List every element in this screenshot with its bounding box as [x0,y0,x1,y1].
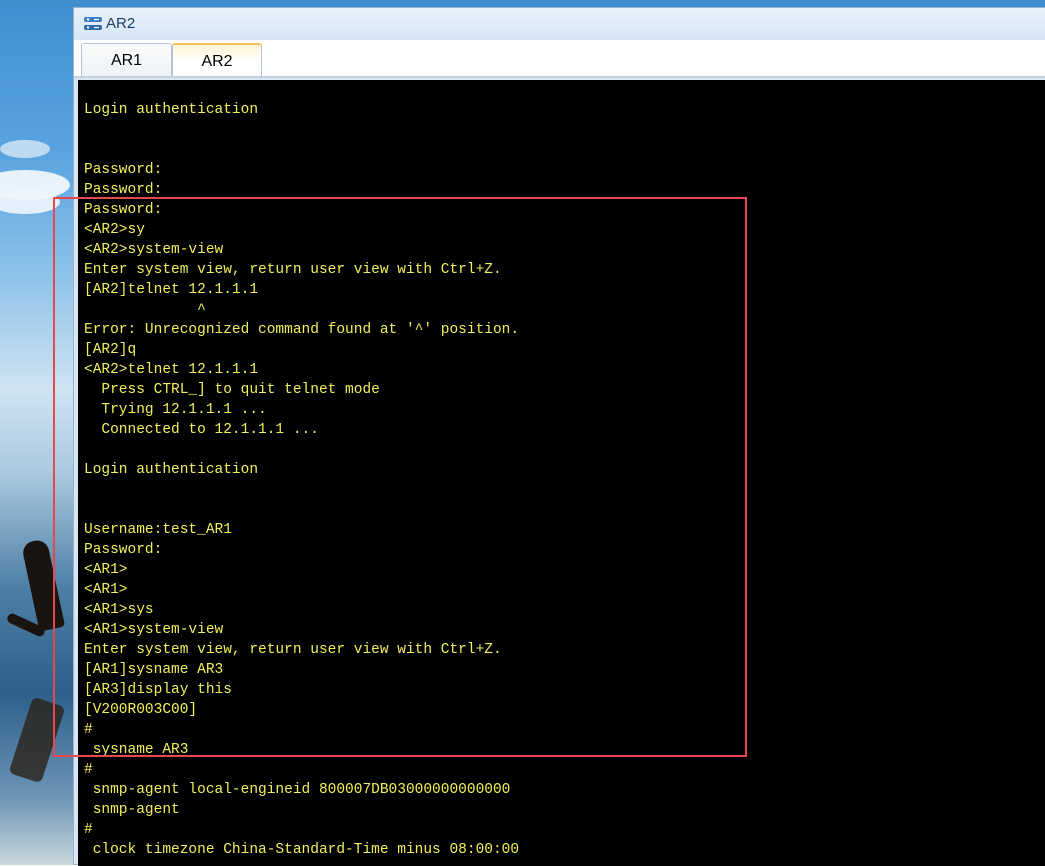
terminal-line: clock timezone China-Standard-Time minus… [84,842,520,858]
terminal-line: # [84,722,93,738]
terminal-line: # [84,762,93,778]
terminal-line: snmp-agent [84,802,180,818]
terminal-line: Password: [84,162,163,178]
terminal-line: <AR2>telnet 12.1.1.1 [84,362,259,378]
terminal-line: Press CTRL_] to quit telnet mode [84,382,380,398]
tab-ar2[interactable]: AR2 [172,43,262,76]
terminal-line: [AR2]q [84,342,137,358]
terminal-line: <AR2>sy [84,222,145,238]
runner-silhouette [20,538,66,632]
terminal-line: Password: [84,202,163,218]
terminal-line: [AR2]telnet 12.1.1.1 [84,282,259,298]
terminal-line: Enter system view, return user view with… [84,642,502,658]
terminal-line: Error: Unrecognized command found at '^'… [84,322,520,338]
terminal-line: Username:test_AR1 [84,522,232,538]
terminal-console[interactable]: Login authentication Password: Password: Pa… [78,80,1045,866]
terminal-line: ^ [84,302,206,318]
terminal-line: [AR3]display this [84,682,232,698]
terminal-line: Login authentication [84,102,259,118]
terminal-line: [V200R003C00] [84,702,198,718]
terminal-line: # [84,822,93,838]
terminal-line: <AR1> [84,562,128,578]
tab-ar1[interactable]: AR1 [81,43,172,76]
runner-silhouette [8,696,66,784]
terminal-line: <AR1> [84,582,128,598]
terminal-line: Enter system view, return user view with… [84,262,502,278]
terminal-line: [AR1]sysname AR3 [84,662,224,678]
terminal-line: Trying 12.1.1.1 ... [84,402,267,418]
router-icon [84,17,102,30]
cloud [0,140,50,158]
window-title: AR2 [106,15,136,32]
terminal-line: Login authentication [84,462,259,478]
terminal-line: <AR1>system-view [84,622,224,638]
terminal-line: sysname AR3 [84,742,189,758]
tab-bar: AR1 AR2 [74,40,1045,78]
terminal-window: AR2 AR1 AR2 Login authentication Password… [73,7,1045,866]
terminal-line: Connected to 12.1.1.1 ... [84,422,319,438]
terminal-line: snmp-agent local-engineid 800007DB030000… [84,782,511,798]
cloud [0,190,60,214]
terminal-line: Password: [84,542,163,558]
terminal-line: <AR1>sys [84,602,154,618]
terminal-line: <AR2>system-view [84,242,224,258]
terminal-line: Password: [84,182,163,198]
terminal-output: Login authentication Password: Password: Pa… [84,100,519,860]
title-bar[interactable]: AR2 [74,8,1045,40]
